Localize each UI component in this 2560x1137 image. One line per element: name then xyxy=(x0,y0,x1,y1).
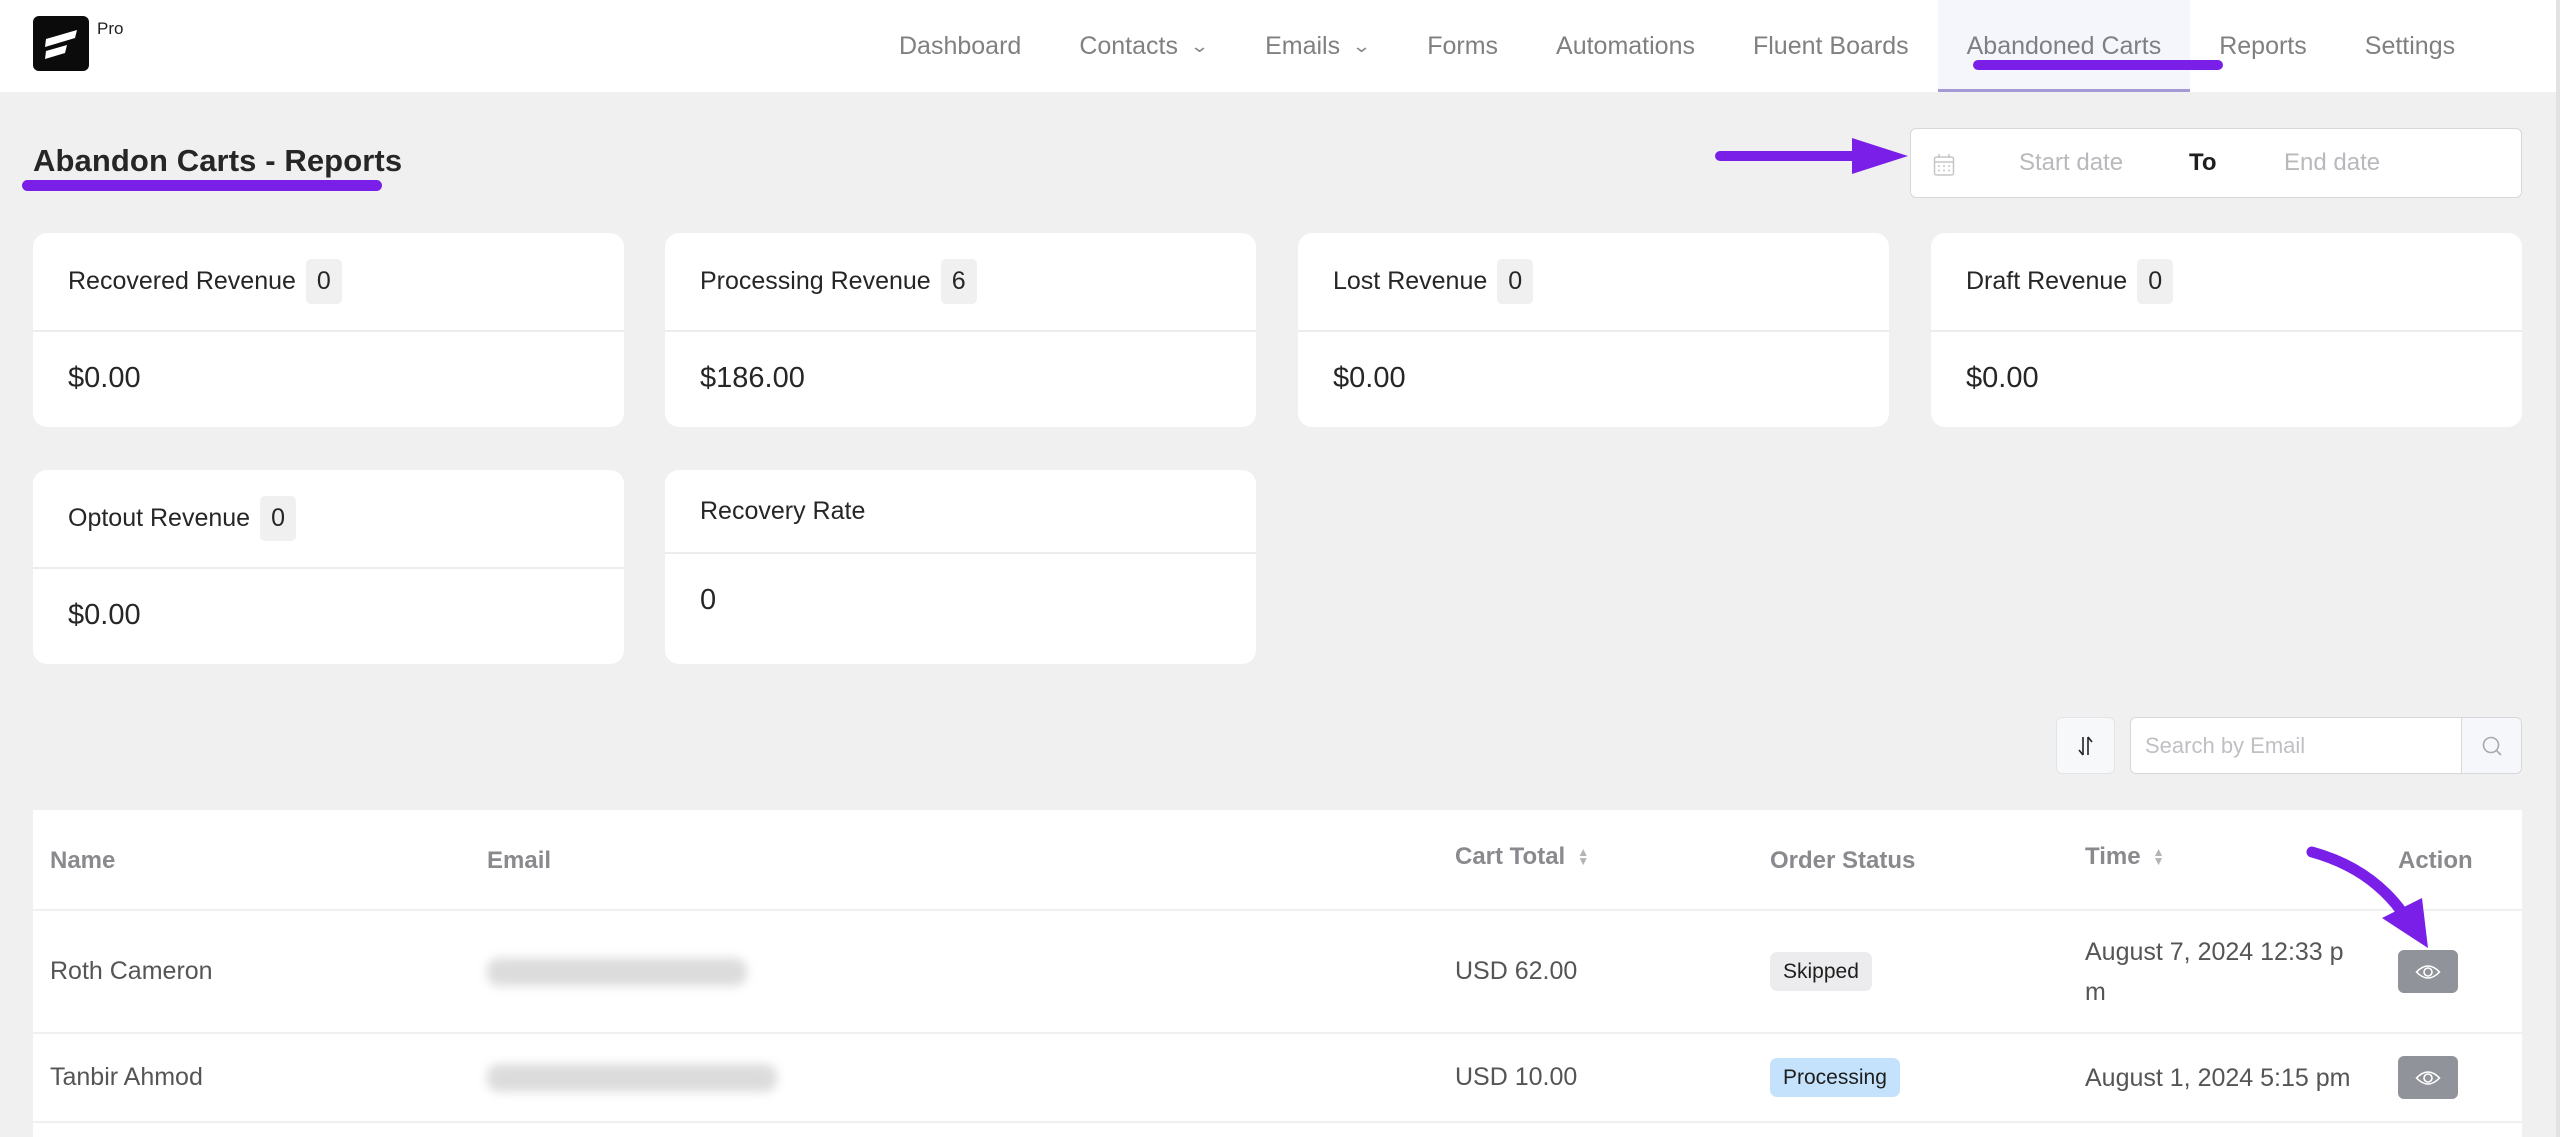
search-input[interactable] xyxy=(2131,718,2461,773)
view-cart-button[interactable] xyxy=(2398,1056,2458,1099)
stat-count: 0 xyxy=(2137,259,2174,304)
nav-label: Automations xyxy=(1556,31,1695,60)
date-range-picker[interactable]: Start date To End date xyxy=(1910,128,2522,198)
stat-count: 6 xyxy=(940,259,977,304)
nav-forms[interactable]: Forms xyxy=(1398,0,1527,92)
chevron-down-icon: ⌄ xyxy=(1189,35,1210,56)
stat-card-lost-revenue: Lost Revenue 0 $0.00 xyxy=(1298,233,1889,427)
cell-email xyxy=(487,911,747,1032)
search-icon xyxy=(2482,736,2502,756)
annotation-underline-nav xyxy=(1973,60,2223,70)
nav-emails[interactable]: Emails ⌄ xyxy=(1236,0,1398,92)
stat-label: Recovery Rate xyxy=(700,496,866,525)
column-header-cart-total[interactable]: Cart Total ▲ ▼ xyxy=(1455,810,1589,907)
stat-count: 0 xyxy=(305,259,342,304)
stat-label: Processing Revenue xyxy=(700,267,931,295)
nav-fluent-boards[interactable]: Fluent Boards xyxy=(1724,0,1938,92)
stat-count: 0 xyxy=(1497,259,1534,304)
top-navigation-bar: Pro Dashboard Contacts ⌄ Emails ⌄ Forms Au… xyxy=(0,0,2556,92)
nav-label: Dashboard xyxy=(899,31,1022,60)
table-row: Roth Cameron USD 62.00 Skipped August 7,… xyxy=(33,911,2522,1034)
time-text: August 1, 2024 5:15 pm xyxy=(2085,1063,2351,1092)
status-badge: Processing xyxy=(1770,1058,1900,1097)
stat-value: $0.00 xyxy=(1333,362,1406,394)
nav-contacts[interactable]: Contacts ⌄ xyxy=(1050,0,1236,92)
table-row: Tanbir Ahmod USD 10.00 Processing August… xyxy=(33,1034,2522,1123)
cell-action xyxy=(2398,1034,2458,1121)
calendar-icon xyxy=(1933,154,1955,176)
scrollbar-track[interactable] xyxy=(2556,0,2560,1137)
cell-cart-total: USD 10.00 xyxy=(1455,1063,1578,1091)
stat-card-optout-revenue: Optout Revenue 0 $0.00 xyxy=(33,470,624,664)
nav-dashboard[interactable]: Dashboard xyxy=(870,0,1050,92)
annotation-underline-title xyxy=(22,180,382,191)
stat-value: 0 xyxy=(700,584,717,616)
sort-toggle-button[interactable] xyxy=(2056,717,2115,774)
blurred-email xyxy=(487,1063,777,1092)
view-cart-button[interactable] xyxy=(2398,950,2458,993)
end-date-input[interactable]: End date xyxy=(2284,149,2380,177)
table-header-row: Name Email Cart Total ▲ ▼ Order Status Tim… xyxy=(33,810,2522,911)
nav-label: Contacts xyxy=(1079,31,1178,60)
chevron-down-icon: ⌄ xyxy=(1351,35,1372,56)
annotation-curved-arrow-icon xyxy=(2306,846,2428,948)
nav-label: Settings xyxy=(2364,31,2456,60)
column-header-time[interactable]: Time ▲ ▼ xyxy=(2085,810,2164,907)
nav-settings[interactable]: Settings xyxy=(2336,0,2484,92)
fluentcrm-logo[interactable] xyxy=(33,16,89,71)
column-header-order-status: Order Status xyxy=(1770,846,1916,874)
main-nav: Dashboard Contacts ⌄ Emails ⌄ Forms Automa… xyxy=(870,0,2556,92)
column-header-name: Name xyxy=(50,846,116,874)
stat-value: $0.00 xyxy=(68,599,141,631)
stat-label: Draft Revenue xyxy=(1966,267,2128,295)
cell-email xyxy=(487,1034,777,1121)
nav-automations[interactable]: Automations xyxy=(1527,0,1724,92)
date-range-separator: To xyxy=(2189,149,2217,176)
blurred-email xyxy=(487,957,747,986)
stat-label: Optout Revenue xyxy=(68,504,251,532)
nav-label: Emails xyxy=(1265,31,1341,60)
stat-value: $0.00 xyxy=(1966,362,2039,394)
email-search xyxy=(2130,717,2522,774)
cell-order-status: Skipped xyxy=(1770,911,1872,1032)
sort-caret-icon[interactable]: ▲ ▼ xyxy=(1577,846,1589,867)
page-title: Abandon Carts - Reports xyxy=(33,143,403,178)
cell-name: Roth Cameron xyxy=(50,957,213,985)
nav-label: Forms xyxy=(1427,31,1499,60)
annotation-arrow-icon xyxy=(1715,138,1908,174)
stat-value: $186.00 xyxy=(700,362,805,394)
stat-card-recovery-rate: Recovery Rate 0 xyxy=(665,470,1256,664)
stat-count: 0 xyxy=(260,496,296,541)
column-header-email: Email xyxy=(487,846,552,874)
stat-label: Recovered Revenue xyxy=(68,267,296,295)
stat-card-draft-revenue: Draft Revenue 0 $0.00 xyxy=(1931,233,2522,427)
nav-label: Fluent Boards xyxy=(1752,31,1909,60)
search-button[interactable] xyxy=(2461,718,2521,773)
nav-abandoned-carts[interactable]: Abandoned Carts xyxy=(1937,0,2191,92)
nav-label: Abandoned Carts xyxy=(1966,31,2162,60)
sort-caret-icon[interactable]: ▲ ▼ xyxy=(2153,846,2165,867)
abandoned-carts-table: Name Email Cart Total ▲ ▼ Order Status Tim… xyxy=(33,810,2522,1137)
cell-order-status: Processing xyxy=(1770,1034,1900,1121)
stat-value: $0.00 xyxy=(68,362,141,394)
eye-icon xyxy=(2415,1070,2441,1085)
cell-cart-total: USD 62.00 xyxy=(1455,957,1578,985)
start-date-input[interactable]: Start date xyxy=(2019,149,2123,177)
stat-card-processing-revenue: Processing Revenue 6 $186.00 xyxy=(665,233,1256,427)
plan-badge: Pro xyxy=(97,19,124,38)
sort-toggle-icon xyxy=(2077,736,2093,755)
stat-label: Lost Revenue xyxy=(1333,267,1488,295)
logo-icon xyxy=(45,30,77,59)
stat-card-recovered-revenue: Recovered Revenue 0 $0.00 xyxy=(33,233,624,427)
cell-time: August 1, 2024 5:15 pm xyxy=(2085,1034,2360,1121)
nav-label: Reports xyxy=(2219,31,2307,60)
cell-name: Tanbir Ahmod xyxy=(50,1063,203,1091)
nav-reports[interactable]: Reports xyxy=(2190,0,2336,92)
status-badge: Skipped xyxy=(1770,952,1872,991)
eye-icon xyxy=(2415,964,2441,979)
